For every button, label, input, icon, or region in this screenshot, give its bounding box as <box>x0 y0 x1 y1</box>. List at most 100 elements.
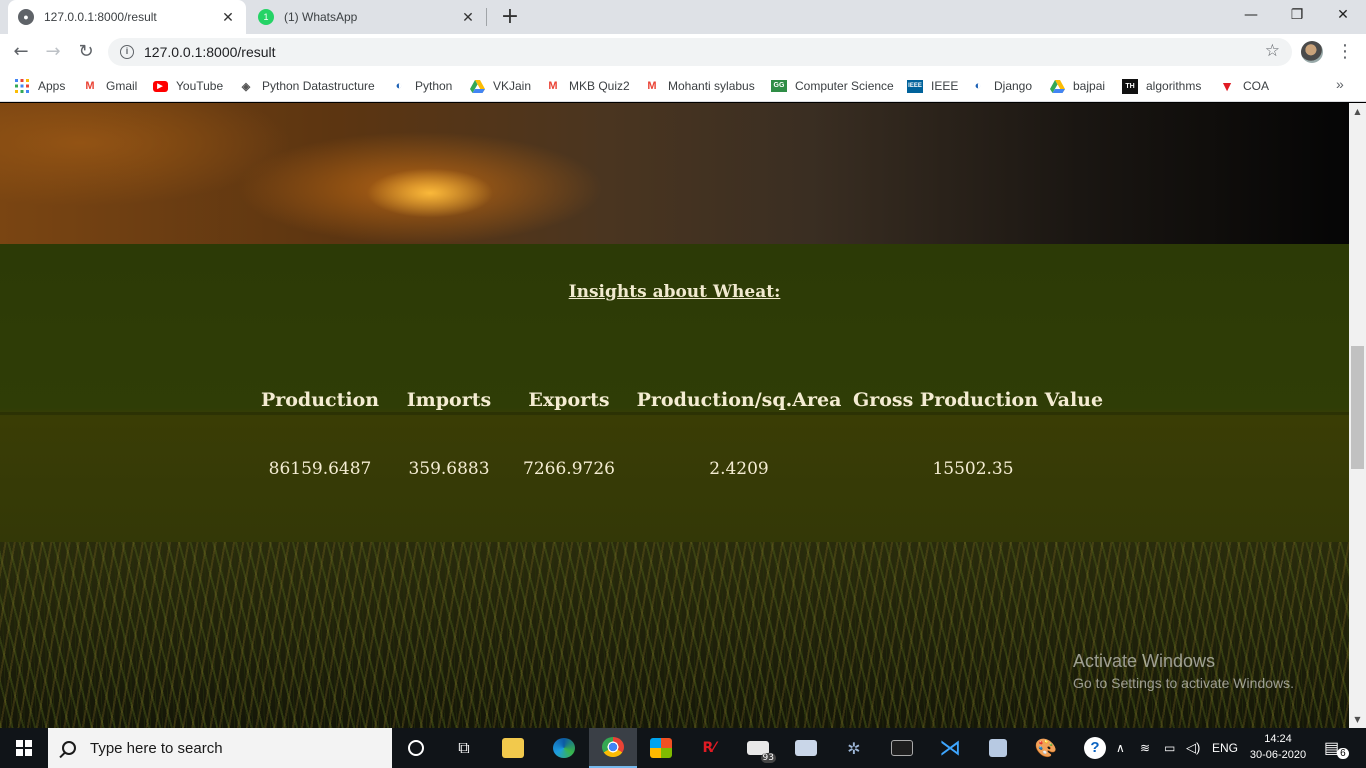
task-view-button[interactable]: ⧉ <box>440 728 488 768</box>
mail-button[interactable]: 93 <box>734 728 782 768</box>
ieee-icon: IEEE <box>907 78 923 94</box>
terminal-icon <box>891 740 913 756</box>
bookmark-label: algorithms <box>1146 79 1202 93</box>
terminal-button[interactable] <box>878 728 926 768</box>
close-tab-icon[interactable]: ✕ <box>460 9 476 26</box>
header-production: Production <box>260 389 380 411</box>
document-button[interactable] <box>974 728 1022 768</box>
language-indicator[interactable]: ENG <box>1212 728 1238 768</box>
bookmark-django[interactable]: ◐ Django <box>970 76 1032 96</box>
value-production: 86159.6487 <box>268 459 372 479</box>
cortana-circle-icon <box>408 740 424 756</box>
geeks-icon: GG <box>771 78 787 94</box>
bookmark-ieee[interactable]: IEEE IEEE <box>907 76 958 96</box>
th-icon: TH <box>1122 78 1138 94</box>
info-icon[interactable]: i <box>120 45 134 59</box>
youtube-icon: ▶ <box>152 78 168 94</box>
reload-button[interactable]: ↻ <box>74 40 98 64</box>
rstudio-button[interactable]: R⁄ <box>685 728 733 768</box>
system-clock[interactable]: 14:24 30-06-2020 <box>1246 731 1310 763</box>
bookmark-label: COA <box>1243 79 1270 93</box>
bookmark-apps[interactable]: Apps <box>14 76 65 96</box>
network-app-button[interactable]: ✲ <box>830 728 878 768</box>
paint-button[interactable]: 🎨 <box>1022 728 1070 768</box>
network-graph-icon: ✲ <box>847 738 861 758</box>
more-bookmarks-button[interactable]: » <box>1336 76 1344 92</box>
value-exports: 7266.9726 <box>523 459 615 479</box>
app-window-button[interactable] <box>782 728 830 768</box>
bookmark-mkb-quiz2[interactable]: M MKB Quiz2 <box>545 76 630 96</box>
chrome-menu-icon[interactable]: ⋮ <box>1336 40 1354 64</box>
start-button[interactable] <box>0 728 48 768</box>
bookmark-bajpai[interactable]: bajpai <box>1049 76 1105 96</box>
bookmark-python-datastructure[interactable]: ◈ Python Datastructure <box>238 76 375 96</box>
bookmark-coa[interactable]: ▼ COA <box>1219 76 1269 96</box>
bookmark-label: Django <box>994 79 1033 93</box>
wifi-icon[interactable]: ≋ <box>1140 728 1150 768</box>
tab-whatsapp[interactable]: 1 (1) WhatsApp ✕ <box>248 0 486 34</box>
paint-palette-icon: 🎨 <box>1034 737 1058 759</box>
restore-button[interactable]: ❐ <box>1274 0 1320 30</box>
cortana-button[interactable] <box>392 728 440 768</box>
watermark-subtitle: Go to Settings to activate Windows. <box>1073 675 1294 691</box>
taskbar-search-box[interactable]: Type here to search <box>48 728 392 768</box>
diamond-icon: ◈ <box>241 80 251 93</box>
gmail-icon: M <box>85 80 95 92</box>
bookmark-label: Python Datastructure <box>262 79 375 93</box>
back-button[interactable]: ← <box>9 40 33 64</box>
battery-icon[interactable]: ▭ <box>1164 728 1175 768</box>
red-v-icon: ▼ <box>1220 78 1234 94</box>
bookmark-algorithms[interactable]: TH algorithms <box>1122 76 1201 96</box>
close-tab-icon[interactable]: ✕ <box>220 9 236 26</box>
new-tab-button[interactable]: + <box>499 4 521 30</box>
windows-taskbar: Type here to search ⧉ R⁄ 93 ✲ ⋊ 🎨 ? ∧ ≋ … <box>0 728 1366 768</box>
activate-windows-watermark: Activate Windows Go to Settings to activ… <box>1073 651 1294 691</box>
bookmarks-bar: Apps M Gmail ▶ YouTube ◈ Python Datastru… <box>0 70 1366 102</box>
scroll-up-arrow-icon[interactable]: ▲ <box>1349 103 1366 120</box>
scrollbar-thumb[interactable] <box>1351 346 1364 469</box>
bookmark-gmail[interactable]: M Gmail <box>82 76 137 96</box>
bookmark-label: bajpai <box>1073 79 1106 93</box>
bookmark-star-icon[interactable]: ☆ <box>1265 41 1280 61</box>
action-center-button[interactable]: ▤ 6 <box>1324 728 1349 768</box>
windows-logo-icon <box>16 740 32 756</box>
vscode-button[interactable]: ⋊ <box>926 728 974 768</box>
edge-button[interactable] <box>540 728 588 768</box>
google-drive-icon <box>469 78 485 94</box>
bookmark-label: Mohanti sylabus <box>668 79 755 93</box>
vertical-scrollbar[interactable]: ▲ ▼ <box>1349 103 1366 728</box>
bookmark-label: Apps <box>38 79 66 93</box>
url-text[interactable]: 127.0.0.1:8000/result <box>144 44 276 60</box>
chrome-button[interactable] <box>589 728 637 768</box>
store-button[interactable] <box>637 728 685 768</box>
r-app-icon: R⁄ <box>702 740 716 756</box>
bookmark-mohanti-sylabus[interactable]: M Mohanti sylabus <box>644 76 755 96</box>
address-bar[interactable]: i 127.0.0.1:8000/result ☆ <box>108 38 1292 66</box>
profile-avatar[interactable] <box>1301 41 1323 63</box>
bookmark-label: IEEE <box>931 79 959 93</box>
forward-button[interactable]: → <box>41 40 65 64</box>
bookmark-label: Python <box>415 79 453 93</box>
store-bag-icon <box>650 738 672 758</box>
help-tray-icon[interactable]: ? <box>1084 728 1106 768</box>
tab-result[interactable]: ● 127.0.0.1:8000/result ✕ <box>8 0 246 34</box>
google-drive-icon <box>1049 78 1065 94</box>
minimize-button[interactable]: — <box>1228 0 1274 30</box>
insights-panel: Insights about Wheat: Production Imports… <box>0 244 1349 542</box>
bookmark-vkjain[interactable]: VKJain <box>469 76 531 96</box>
volume-icon[interactable]: ◁) <box>1186 728 1200 768</box>
tray-chevron-icon[interactable]: ∧ <box>1116 728 1125 768</box>
bookmark-computer-science[interactable]: GG Computer Science <box>771 76 894 96</box>
bookmark-python[interactable]: ◐ Python <box>391 76 453 96</box>
search-placeholder: Type here to search <box>90 739 223 757</box>
value-production-per-area: 2.4209 <box>709 459 769 479</box>
close-window-button[interactable]: ✕ <box>1320 0 1366 30</box>
bookmark-label: MKB Quiz2 <box>569 79 630 93</box>
help-icon: ? <box>1084 737 1106 759</box>
clock-time: 14:24 <box>1264 733 1292 745</box>
globe-swirl-icon: ◐ <box>395 80 403 92</box>
file-explorer-button[interactable] <box>489 728 537 768</box>
scroll-down-arrow-icon[interactable]: ▼ <box>1349 711 1366 728</box>
value-gross-production-value: 15502.35 <box>932 459 1014 479</box>
bookmark-youtube[interactable]: ▶ YouTube <box>152 76 223 96</box>
